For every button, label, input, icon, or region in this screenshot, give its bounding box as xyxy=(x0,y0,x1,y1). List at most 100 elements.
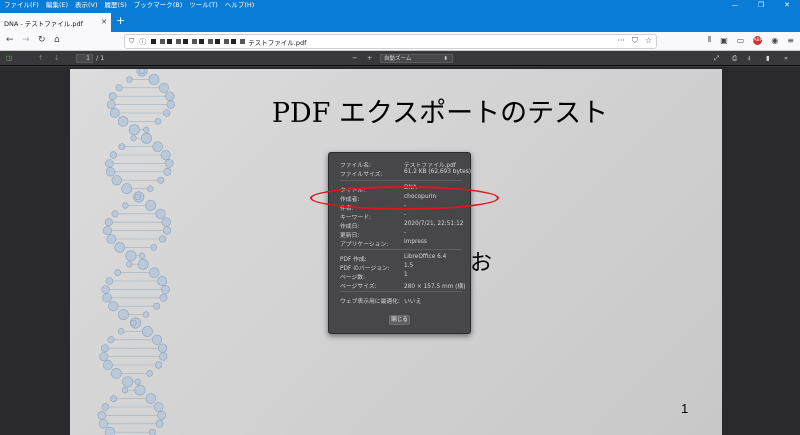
property-label: キーワード: xyxy=(340,215,371,221)
dna-node xyxy=(145,200,157,211)
new-tab-button[interactable]: + xyxy=(116,14,125,27)
zoom-select[interactable]: 自動ズーム ⬍ xyxy=(380,54,453,63)
adblock-icon[interactable]: ABP xyxy=(753,35,763,45)
property-value: - xyxy=(404,212,407,218)
dna-node xyxy=(158,235,167,243)
sidebar-icon[interactable]: ▣ xyxy=(720,36,728,45)
dna-node xyxy=(149,428,157,435)
property-row: ウェブ表示用に最適化: いいえ xyxy=(340,296,465,305)
property-row: ページサイズ: 280 × 157.5 mm (横) xyxy=(340,281,466,290)
restore-button[interactable]: ❐ xyxy=(748,0,774,11)
window-controls: — ❐ ✕ xyxy=(722,0,800,11)
tab-active[interactable]: DNA - テストファイル.pdf ✕ xyxy=(0,13,111,32)
nav-toolbar: ← → ↻ ⌂ ⛉ ⓘ テストファイル.pdf ··· ⛉ ☆ ⫴ ▣ ▭ AB… xyxy=(0,32,800,51)
dna-node xyxy=(134,378,141,385)
menu-icon[interactable]: ≡ xyxy=(787,36,794,45)
sidebar-toggle-icon[interactable]: ◫ xyxy=(6,54,12,62)
menu-help[interactable]: ヘルプ(H) xyxy=(225,0,254,11)
page-actions-icon[interactable]: ··· xyxy=(617,36,625,46)
property-value: 1 xyxy=(404,272,408,278)
dna-node xyxy=(121,183,133,195)
dna-node xyxy=(155,419,164,428)
close-dialog-button[interactable]: 閉じる xyxy=(389,315,410,325)
dna-node xyxy=(108,92,117,101)
close-window-button[interactable]: ✕ xyxy=(774,0,800,11)
menu-view[interactable]: 表示(V) xyxy=(75,0,98,11)
dna-node xyxy=(162,109,171,117)
divider xyxy=(340,180,462,181)
forward-icon[interactable]: → xyxy=(22,35,30,45)
shield-icon[interactable]: ⛉ xyxy=(129,37,134,46)
tab-close-icon[interactable]: ✕ xyxy=(101,18,107,26)
menu-tools[interactable]: ツール(T) xyxy=(189,0,218,11)
account-icon[interactable]: ◉ xyxy=(771,36,778,45)
site-info-icon[interactable]: ⓘ xyxy=(139,37,146,47)
dna-node xyxy=(157,276,168,286)
dna-node xyxy=(98,419,109,429)
dna-node xyxy=(117,116,129,127)
back-icon[interactable]: ← xyxy=(6,35,14,45)
property-value: Impress xyxy=(404,239,427,245)
menu-list: ファイル(F) 編集(E) 表示(V) 履歴(S) ブックマーク(B) ツール(… xyxy=(0,0,254,11)
minimize-button[interactable]: — xyxy=(722,0,748,11)
previous-page-icon[interactable]: ↑ xyxy=(38,54,43,62)
print-icon[interactable]: ⎙ xyxy=(732,54,737,63)
reload-icon[interactable]: ↻ xyxy=(38,35,46,45)
property-row: 作成日: 2020/7/21, 22:51:12 xyxy=(340,221,465,230)
property-label: ページサイズ: xyxy=(340,284,377,290)
bookmark-icon[interactable]: ▮ xyxy=(766,54,770,62)
tab-strip: DNA - テストファイル.pdf ✕ + xyxy=(0,11,800,32)
menu-file[interactable]: ファイル(F) xyxy=(4,0,39,11)
dna-node xyxy=(157,411,167,420)
dna-node xyxy=(102,293,112,303)
property-value: 280 × 157.5 mm (横) xyxy=(404,284,466,290)
bookmark-star-icon[interactable]: ☆ xyxy=(645,36,652,46)
dna-node xyxy=(130,319,137,327)
divider xyxy=(340,291,462,292)
download-icon[interactable]: ⭳ xyxy=(748,54,750,65)
dna-node xyxy=(161,217,171,227)
property-label: PDF 作成: xyxy=(340,257,367,263)
pocket-icon[interactable]: ⛉ xyxy=(632,36,638,46)
dna-node xyxy=(102,360,113,370)
dna-node xyxy=(134,193,141,201)
dna-node xyxy=(149,267,160,278)
menu-bookmarks[interactable]: ブックマーク(B) xyxy=(134,0,183,11)
menu-history[interactable]: 履歴(S) xyxy=(105,0,127,11)
dna-node xyxy=(100,344,109,353)
dna-node xyxy=(122,376,134,388)
dna-node xyxy=(107,336,115,344)
tools-icon[interactable]: » xyxy=(784,54,788,62)
page-number-input[interactable]: 1 xyxy=(76,54,93,63)
reader-icon[interactable]: ▭ xyxy=(737,36,745,45)
library-icon[interactable]: ⫴ xyxy=(708,35,711,45)
menu-bar: ファイル(F) 編集(E) 表示(V) 履歴(S) ブックマーク(B) ツール(… xyxy=(0,0,800,11)
dna-node xyxy=(155,208,166,219)
url-text: テストファイル.pdf xyxy=(248,38,307,47)
dna-node xyxy=(117,328,125,335)
presentation-icon[interactable]: ⤢ xyxy=(714,54,719,63)
menu-edit[interactable]: 編集(E) xyxy=(46,0,68,11)
red-annotation-ellipse xyxy=(310,186,499,210)
dna-node xyxy=(160,150,171,160)
zoom-out-button[interactable]: − xyxy=(352,54,357,62)
dna-node xyxy=(121,387,129,394)
dna-node xyxy=(153,402,164,412)
dna-node xyxy=(128,124,140,136)
zoom-in-button[interactable]: + xyxy=(367,54,372,62)
url-bar[interactable]: ⛉ ⓘ テストファイル.pdf ··· ⛉ ☆ xyxy=(124,34,657,49)
toolbar-right: ⫴ ▣ ▭ ABP ◉ ≡ xyxy=(708,35,794,45)
property-value: - xyxy=(404,230,407,236)
page-total: / 1 xyxy=(96,54,105,62)
dna-node xyxy=(99,352,109,362)
property-label: ページ数: xyxy=(340,275,366,281)
dna-node xyxy=(126,261,133,268)
next-page-icon[interactable]: ↓ xyxy=(54,54,59,62)
property-value: 2020/7/21, 22:51:12 xyxy=(404,221,464,227)
dna-node xyxy=(126,76,133,83)
pdf-viewer[interactable]: PDF エクスポートのテスト お 1 ファイル名: テストファイル.pdf ファイル… xyxy=(0,67,800,435)
home-icon[interactable]: ⌂ xyxy=(54,35,60,45)
dna-node xyxy=(97,411,107,420)
dna-node xyxy=(158,82,169,93)
redacted-path xyxy=(151,39,248,44)
